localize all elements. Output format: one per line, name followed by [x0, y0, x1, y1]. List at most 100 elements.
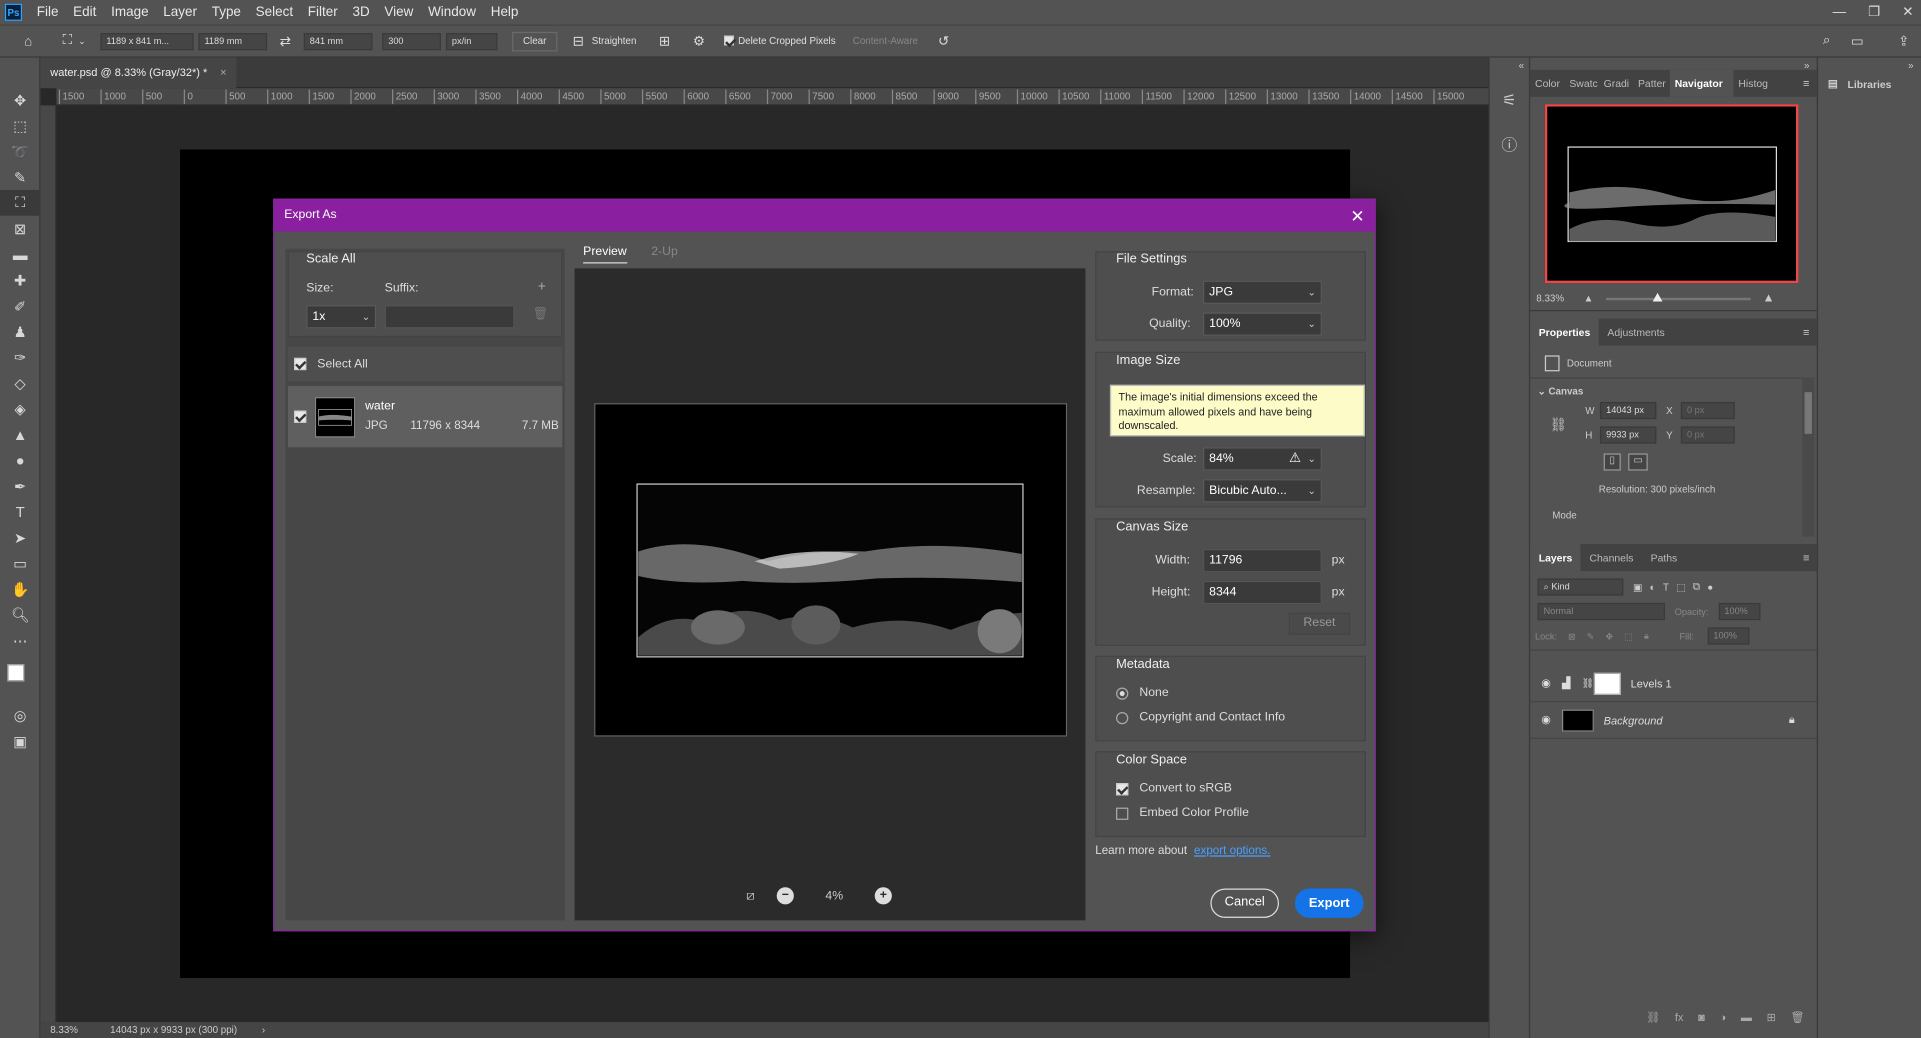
swap-icon[interactable]: ⇄ [274, 33, 296, 49]
home-icon[interactable]: ⌂ [17, 34, 39, 49]
tab-patterns[interactable]: Patter [1633, 70, 1670, 97]
crop-height-input[interactable]: 841 mm [303, 32, 373, 50]
reset-icon[interactable]: ↺ [933, 33, 955, 49]
crop-tool-icon[interactable]: ⛶ [0, 189, 41, 216]
menu-filter[interactable]: Filter [300, 0, 345, 25]
menu-help[interactable]: Help [483, 0, 525, 25]
layer-row[interactable]: ◉ ▟ ⛓ Levels 1 [1530, 665, 1817, 703]
share-icon[interactable]: ⇪ [1893, 33, 1915, 49]
resolution-unit-select[interactable]: px/in [445, 32, 498, 50]
asset-row[interactable]: water JPG 11796 x 8344 7.7 MB [287, 386, 563, 448]
landscape-icon[interactable]: ▭ [1628, 453, 1648, 471]
shape-filter-icon[interactable]: ⬚ [1676, 581, 1685, 592]
filter-toggle-icon[interactable]: ● [1707, 581, 1713, 592]
eye-icon[interactable]: ◉ [1530, 676, 1562, 689]
document-tab[interactable]: water.psd @ 8.33% (Gray/32*) * × [40, 57, 237, 89]
tab-layers[interactable]: Layers [1530, 544, 1581, 572]
rectangle-tool-icon[interactable]: ▭ [0, 550, 40, 576]
gear-icon[interactable]: ⚙ [688, 33, 710, 49]
lock-paint-icon[interactable]: ✎ [1587, 631, 1595, 642]
canvas-y-field[interactable]: 0 px [1680, 426, 1735, 444]
collapse-icon[interactable]: « [1490, 58, 1529, 74]
adjustment-filter-icon[interactable]: ◐ [1650, 581, 1656, 592]
portrait-icon[interactable]: ▯ [1603, 453, 1621, 471]
path-select-icon[interactable]: ➤ [0, 525, 40, 551]
clear-button[interactable]: Clear [511, 31, 558, 51]
straighten-button[interactable]: Straighten [592, 36, 637, 47]
menu-window[interactable]: Window [421, 0, 484, 25]
expand-icon[interactable]: » [1530, 58, 1817, 71]
type-filter-icon[interactable]: T [1663, 581, 1669, 592]
panel-menu-icon[interactable]: ≡ [1803, 551, 1809, 563]
info-icon[interactable]: ⓘ [1490, 132, 1529, 155]
menu-image[interactable]: Image [104, 0, 156, 25]
embed-profile-option[interactable]: Embed Color Profile [1116, 806, 1249, 820]
reset-button[interactable]: Reset [1288, 612, 1351, 635]
menu-edit[interactable]: Edit [66, 0, 104, 25]
close-tab-icon[interactable]: × [220, 66, 226, 78]
eraser-tool-icon[interactable]: ◇ [0, 370, 40, 396]
grid-overlay-icon[interactable]: ⊞ [654, 33, 676, 49]
straighten-icon[interactable]: ⊟ [567, 33, 589, 49]
stamp-tool-icon[interactable]: ♟ [0, 319, 40, 345]
navigator-thumbnail[interactable] [1544, 104, 1799, 284]
lock-transparent-icon[interactable]: ⊠ [1568, 631, 1576, 642]
canvas-height-input[interactable]: 8344 [1203, 580, 1322, 605]
resolution-input[interactable]: 300 [382, 32, 441, 50]
fit-to-view-icon[interactable]: ⧄ [746, 888, 755, 904]
metadata-copyright-radio[interactable] [1116, 711, 1129, 724]
blur-tool-icon[interactable]: ▲ [0, 422, 40, 448]
type-tool-icon[interactable]: T [0, 499, 40, 525]
suffix-input[interactable] [384, 305, 515, 329]
convert-srgb-option[interactable]: Convert to sRGB [1116, 782, 1232, 795]
metadata-copyright-option[interactable]: Copyright and Contact Info [1116, 711, 1285, 724]
frame-tool-icon[interactable]: ⊠ [0, 216, 40, 242]
preview-area[interactable]: ⧄ − 4% + [574, 268, 1086, 921]
canvas-height-field[interactable]: 9933 px [1599, 426, 1657, 444]
panel-menu-icon[interactable]: ≡ [1803, 326, 1809, 338]
eye-icon[interactable]: ◉ [1530, 713, 1562, 726]
lock-position-icon[interactable]: ✥ [1606, 631, 1614, 642]
paint-bucket-icon[interactable]: ◈ [0, 396, 40, 422]
workspace-icon[interactable]: ▭ [1846, 33, 1868, 49]
link-icon[interactable]: ⛓ [1550, 417, 1567, 433]
healing-tool-icon[interactable]: ✚ [0, 267, 40, 293]
crop-width-input[interactable]: 1189 mm [198, 32, 267, 50]
menu-3d[interactable]: 3D [345, 0, 377, 25]
select-all-row[interactable]: Select All [287, 346, 563, 382]
ratio-select[interactable]: 1189 x 841 m... [100, 32, 194, 50]
zoom-out-mountain-icon[interactable]: ▲ [1584, 293, 1594, 304]
add-mask-icon[interactable]: ◙ [1698, 1011, 1705, 1024]
zoom-in-icon[interactable]: + [874, 887, 892, 905]
dodge-tool-icon[interactable]: ● [0, 447, 40, 473]
trash-icon[interactable]: 🗑︎ [533, 308, 549, 321]
history-brush-icon[interactable]: ✑ [0, 344, 40, 370]
tab-histogram[interactable]: Histog [1734, 70, 1781, 97]
scale-select[interactable]: 84% ⚠ ⌄ [1203, 447, 1322, 471]
tab-properties[interactable]: Properties [1530, 318, 1599, 346]
tab-navigator[interactable]: Navigator [1669, 69, 1734, 97]
eyedropper-tool-icon[interactable]: ▬ [0, 241, 40, 267]
marquee-tool-icon[interactable]: ⬚ [0, 113, 40, 139]
new-adjustment-icon[interactable]: ◑ [1720, 1011, 1727, 1024]
restore-icon[interactable]: ❐ [1868, 0, 1880, 25]
menu-select[interactable]: Select [248, 0, 300, 25]
cancel-button[interactable]: Cancel [1210, 888, 1280, 918]
expand-icon[interactable]: » [1818, 58, 1921, 71]
tab-color[interactable]: Color [1530, 70, 1564, 97]
format-select[interactable]: JPG ⌄ [1203, 280, 1322, 304]
minimize-icon[interactable]: — [1833, 0, 1846, 25]
panel-menu-icon[interactable]: ≡ [1803, 77, 1809, 89]
tab-paths[interactable]: Paths [1642, 544, 1686, 571]
hand-tool-icon[interactable]: ✋ [0, 576, 40, 602]
link-layers-icon[interactable]: ⛓ [1646, 1011, 1660, 1024]
pen-tool-icon[interactable]: ✒ [0, 473, 40, 499]
quick-select-tool-icon[interactable]: ✎ [0, 164, 40, 190]
add-scale-icon[interactable]: + [538, 279, 546, 294]
layer-row[interactable]: ◉ Background 🔒︎ [1530, 702, 1817, 739]
move-tool-icon[interactable]: ✥ [0, 87, 40, 113]
menu-file[interactable]: File [29, 0, 65, 25]
tab-channels[interactable]: Channels [1581, 544, 1642, 571]
embed-profile-checkbox[interactable] [1116, 806, 1129, 820]
export-button[interactable]: Export [1294, 888, 1364, 918]
